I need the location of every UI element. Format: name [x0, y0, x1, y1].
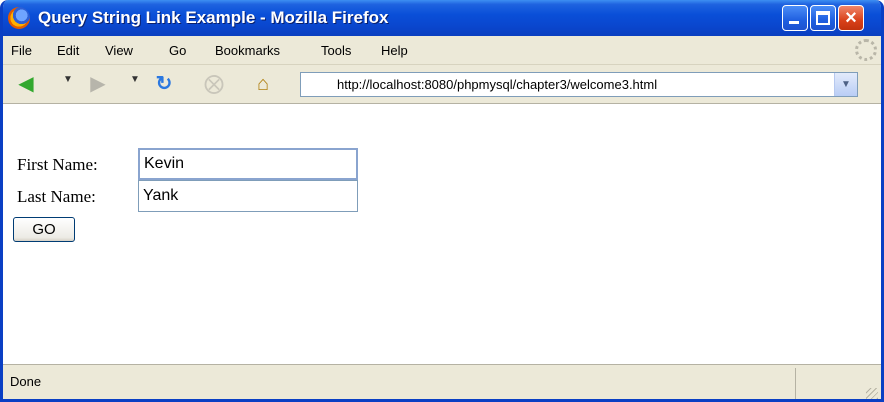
last-name-input[interactable]: [138, 180, 358, 212]
forward-dropdown-icon[interactable]: ▼: [130, 74, 140, 85]
menu-edit[interactable]: Edit: [57, 43, 79, 58]
stop-icon[interactable]: ⨂: [201, 71, 227, 97]
firefox-logo-icon: [8, 7, 30, 29]
menu-go[interactable]: Go: [169, 43, 186, 58]
page-content: First Name: Last Name: GO: [3, 104, 881, 364]
first-name-label: First Name:: [17, 155, 98, 174]
go-button[interactable]: GO: [13, 217, 75, 242]
menu-file[interactable]: File: [11, 43, 32, 58]
menu-bookmarks[interactable]: Bookmarks: [215, 43, 280, 58]
maximize-icon: [816, 11, 830, 25]
menu-tools[interactable]: Tools: [321, 43, 351, 58]
browser-window: Query String Link Example - Mozilla Fire…: [0, 0, 884, 402]
menu-view[interactable]: View: [105, 43, 133, 58]
navigation-toolbar: ◀ ▼ ▶ ▼ ↻ ⨂ ⌂ ▼: [3, 65, 881, 104]
forward-arrow-icon[interactable]: ▶: [85, 71, 111, 97]
menu-bar: File Edit View Go Bookmarks Tools Help: [3, 36, 881, 65]
resize-grip-icon[interactable]: [866, 388, 878, 399]
minimize-icon: [789, 21, 799, 24]
minimize-button[interactable]: [782, 5, 808, 31]
menu-help[interactable]: Help: [381, 43, 408, 58]
close-icon: ×: [845, 7, 857, 29]
window-title: Query String Link Example - Mozilla Fire…: [38, 8, 389, 27]
status-text: Done: [10, 374, 42, 389]
status-bar: Done: [3, 364, 881, 399]
reload-icon[interactable]: ↻: [151, 71, 177, 97]
url-dropdown-icon[interactable]: ▼: [834, 73, 857, 96]
url-input[interactable]: [301, 73, 831, 96]
title-bar[interactable]: Query String Link Example - Mozilla Fire…: [3, 0, 881, 36]
first-name-input[interactable]: [138, 148, 358, 180]
back-arrow-icon[interactable]: ◀: [13, 71, 39, 97]
home-icon[interactable]: ⌂: [250, 71, 276, 97]
address-bar[interactable]: ▼: [300, 72, 858, 97]
status-divider: [795, 368, 796, 399]
close-button[interactable]: ×: [838, 5, 864, 31]
back-dropdown-icon[interactable]: ▼: [63, 74, 73, 85]
maximize-button[interactable]: [810, 5, 836, 31]
throbber-icon: [855, 39, 877, 61]
last-name-label: Last Name:: [17, 187, 96, 206]
